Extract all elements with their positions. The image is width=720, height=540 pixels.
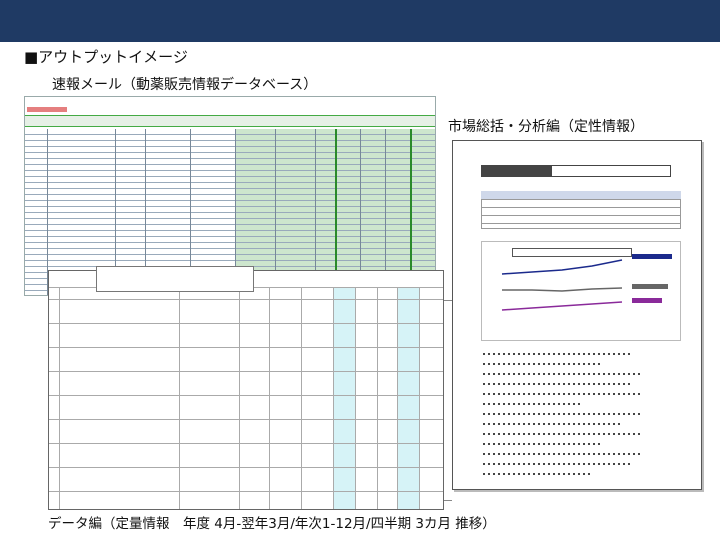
doc-text-line bbox=[483, 413, 643, 415]
page-title: ■アウトプットイメージ bbox=[24, 48, 188, 66]
table-col-rule bbox=[419, 287, 420, 509]
chart-legend-swatch bbox=[632, 284, 668, 289]
doc-text-line bbox=[483, 453, 643, 455]
doc-text-line bbox=[483, 353, 633, 355]
table-col-rule bbox=[301, 287, 302, 509]
overlay-sheet-thumbnail bbox=[96, 266, 254, 292]
table-col-rule bbox=[179, 287, 180, 509]
chart-series-line bbox=[502, 287, 623, 292]
table-rule bbox=[49, 419, 443, 420]
market-analysis-caption: 市場総括・分析編（定性情報） bbox=[448, 119, 644, 135]
table-rule bbox=[49, 443, 443, 444]
market-analysis-document-thumbnail bbox=[452, 140, 702, 490]
sheet-header-area bbox=[25, 97, 435, 115]
doc-text-line bbox=[483, 403, 583, 405]
doc-summary-table-header bbox=[481, 191, 681, 199]
chart-series-line bbox=[501, 301, 623, 311]
table-rule bbox=[49, 347, 443, 348]
highlight-column bbox=[397, 287, 419, 509]
highlight-column bbox=[333, 287, 355, 509]
connector-line bbox=[444, 500, 452, 501]
header-bar bbox=[0, 0, 720, 42]
table-col-rule bbox=[355, 287, 356, 509]
doc-section-title bbox=[551, 165, 671, 177]
chart-series-line bbox=[501, 259, 623, 275]
table-col-rule bbox=[377, 287, 378, 509]
table-col-rule bbox=[59, 287, 60, 509]
doc-text-line bbox=[483, 463, 633, 465]
table-rule bbox=[49, 299, 443, 300]
doc-text-line bbox=[483, 393, 643, 395]
chart-legend-swatch bbox=[632, 298, 662, 303]
data-table-thumbnail bbox=[48, 270, 444, 510]
table-rule bbox=[49, 395, 443, 396]
doc-text-line bbox=[483, 363, 603, 365]
sheet-header-marks bbox=[27, 107, 67, 112]
sheet-column-header bbox=[25, 115, 435, 127]
table-col-rule bbox=[333, 287, 334, 509]
doc-text-line bbox=[483, 423, 623, 425]
doc-text-line bbox=[483, 373, 643, 375]
chart-legend-swatch bbox=[632, 254, 672, 259]
doc-text-line bbox=[483, 383, 633, 385]
table-rule bbox=[49, 371, 443, 372]
doc-text-line bbox=[483, 443, 603, 445]
table-rule bbox=[49, 323, 443, 324]
doc-section-tag bbox=[481, 165, 551, 177]
connector-line bbox=[444, 300, 452, 301]
doc-trend-chart bbox=[481, 241, 681, 341]
table-col-rule bbox=[397, 287, 398, 509]
table-rule bbox=[49, 491, 443, 492]
data-section-caption: データ編（定量情報 年度 4月-翌年3月/年次1-12月/四半期 3カ月 推移） bbox=[48, 516, 496, 532]
doc-chart-title bbox=[512, 248, 632, 257]
doc-text-line bbox=[483, 473, 593, 475]
table-col-rule bbox=[269, 287, 270, 509]
table-col-rule bbox=[239, 287, 240, 509]
doc-text-line bbox=[483, 433, 643, 435]
quick-report-caption: 速報メール（動薬販売情報データベース） bbox=[52, 77, 318, 93]
doc-chart-lines bbox=[501, 254, 672, 311]
table-rule bbox=[49, 467, 443, 468]
